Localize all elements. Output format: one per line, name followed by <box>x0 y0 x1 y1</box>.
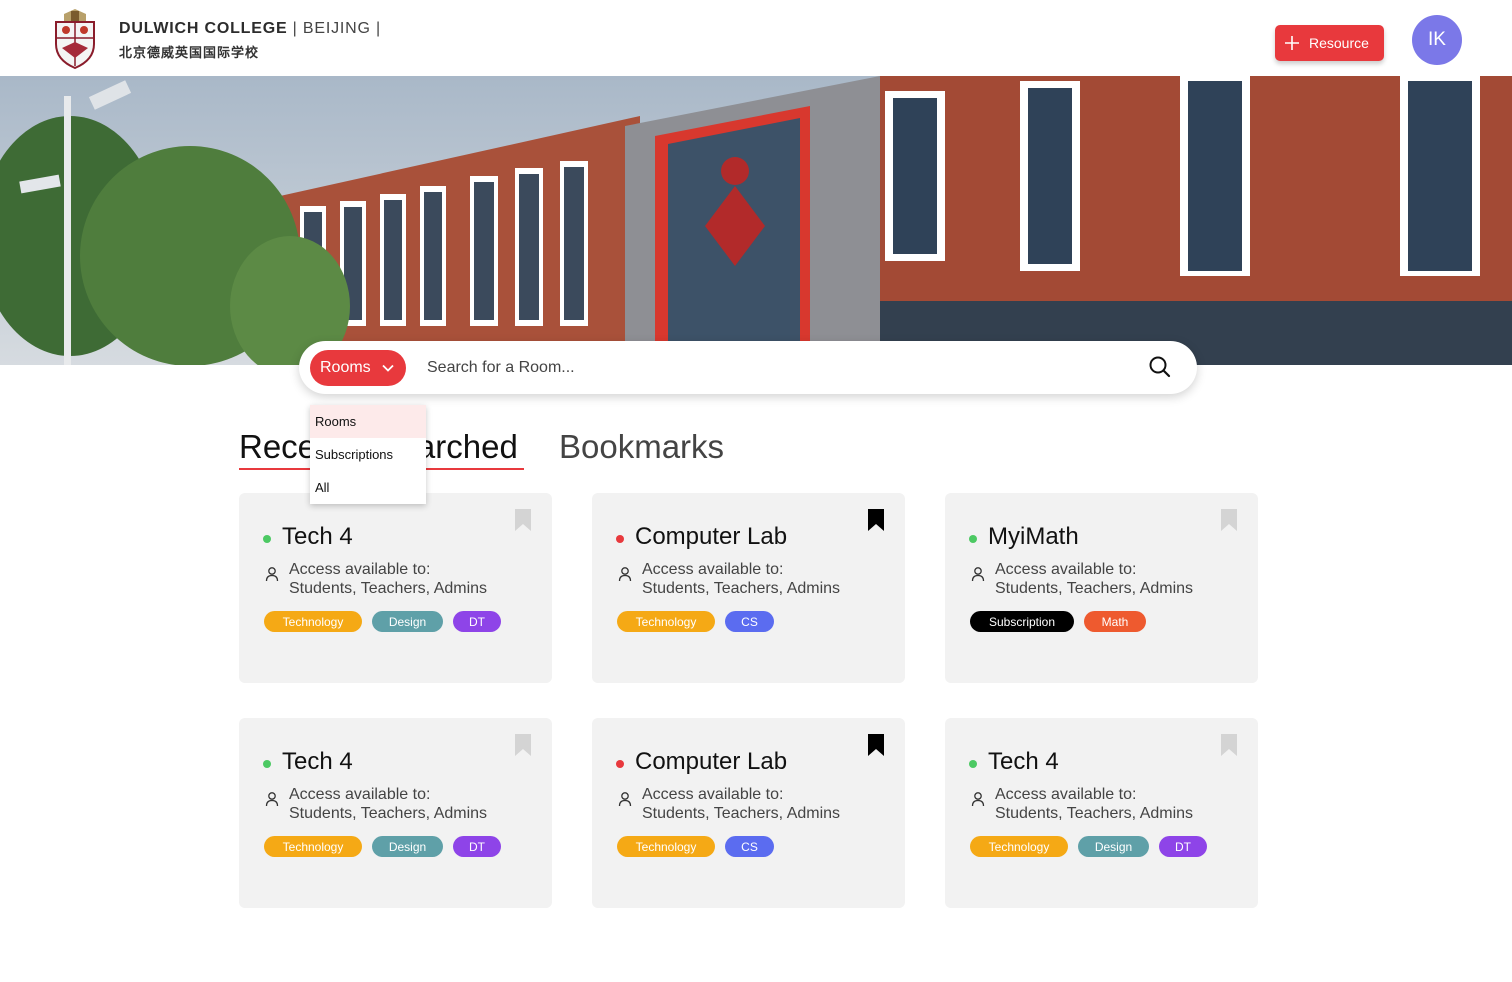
card-title: Computer Lab <box>635 748 788 775</box>
access-label: Access available to: <box>289 786 431 803</box>
tag-badge: Design <box>372 611 443 632</box>
access-roles: Students, Teachers, Admins <box>995 805 1194 822</box>
access-label: Access available to: <box>995 561 1137 578</box>
bookmark-filled-icon[interactable] <box>867 733 885 757</box>
access-roles: Students, Teachers, Admins <box>642 805 841 822</box>
access-label: Access available to: <box>642 561 784 578</box>
resource-card[interactable]: Tech 4 Access available to: Students, Teac… <box>239 493 552 683</box>
search-icon[interactable] <box>1148 355 1172 379</box>
search-bar: Rooms <box>299 341 1197 394</box>
card-title: Tech 4 <box>988 748 1059 775</box>
tag-list: Technology Design DT <box>264 836 501 857</box>
tag-badge: Technology <box>970 836 1068 857</box>
card-title: Computer Lab <box>635 523 788 550</box>
plus-icon <box>1285 36 1299 50</box>
card-title: MyiMath <box>988 523 1079 550</box>
brand-text: DULWICH COLLEGE | BEIJING | 北京德威英国国际学校 <box>119 20 381 61</box>
filter-option-subscriptions[interactable]: Subscriptions <box>310 438 426 471</box>
tag-badge: DT <box>453 836 501 857</box>
card-title: Tech 4 <box>282 523 353 550</box>
resource-card[interactable]: Tech 4 Access available to: Students, Teac… <box>945 718 1258 908</box>
user-icon <box>618 792 632 807</box>
user-icon <box>618 567 632 582</box>
app-header: DULWICH COLLEGE | BEIJING | 北京德威英国国际学校 R… <box>0 0 1512 76</box>
tag-badge: Subscription <box>970 611 1074 632</box>
hero-campus-image <box>0 76 1512 365</box>
access-roles: Students, Teachers, Admins <box>642 580 841 597</box>
search-filter-label: Rooms <box>320 359 371 376</box>
resource-card[interactable]: MyiMath Access available to: Students, Tea… <box>945 493 1258 683</box>
access-label: Access available to: <box>642 786 784 803</box>
user-avatar[interactable]: IK <box>1412 15 1462 65</box>
tag-badge: Design <box>1078 836 1149 857</box>
user-icon <box>971 567 985 582</box>
card-title: Tech 4 <box>282 748 353 775</box>
tag-badge: DT <box>1159 836 1207 857</box>
tag-badge: CS <box>725 836 774 857</box>
search-filter-dropdown[interactable]: Rooms <box>310 350 406 386</box>
search-input[interactable] <box>427 355 1127 381</box>
add-resource-button[interactable]: Resource <box>1275 25 1384 61</box>
tag-badge: Technology <box>617 611 715 632</box>
bookmark-filled-icon[interactable] <box>867 508 885 532</box>
status-indicator-dot <box>263 760 271 768</box>
search-filter-menu: Rooms Subscriptions All <box>310 405 426 504</box>
tag-list: Technology CS <box>617 611 774 632</box>
access-label: Access available to: <box>995 786 1137 803</box>
tag-badge: Design <box>372 836 443 857</box>
filter-option-rooms[interactable]: Rooms <box>310 405 426 438</box>
tag-badge: DT <box>453 611 501 632</box>
tag-badge: CS <box>725 611 774 632</box>
bookmark-icon[interactable] <box>1220 508 1238 532</box>
access-roles: Students, Teachers, Admins <box>289 580 488 597</box>
resource-card[interactable]: Computer Lab Access available to: Students… <box>592 493 905 683</box>
tag-badge: Technology <box>617 836 715 857</box>
bookmark-icon[interactable] <box>514 733 532 757</box>
brand-location: | BEIJING | <box>287 20 381 37</box>
tag-list: Technology CS <box>617 836 774 857</box>
tag-badge: Technology <box>264 611 362 632</box>
college-crest-logo[interactable] <box>52 8 98 70</box>
filter-option-all[interactable]: All <box>310 471 426 504</box>
brand-name: DULWICH COLLEGE <box>119 20 288 37</box>
tag-list: Subscription Math <box>970 611 1146 632</box>
status-indicator-dot <box>616 760 624 768</box>
user-icon <box>265 567 279 582</box>
status-indicator-dot <box>969 760 977 768</box>
status-indicator-dot <box>263 535 271 543</box>
status-indicator-dot <box>616 535 624 543</box>
resource-card[interactable]: Tech 4 Access available to: Students, Teac… <box>239 718 552 908</box>
brand-title: DULWICH COLLEGE | BEIJING | <box>119 20 381 38</box>
access-roles: Students, Teachers, Admins <box>289 805 488 822</box>
access-roles: Students, Teachers, Admins <box>995 580 1194 597</box>
tag-list: Technology Design DT <box>264 611 501 632</box>
bookmark-icon[interactable] <box>1220 733 1238 757</box>
user-icon <box>971 792 985 807</box>
brand-chinese-name: 北京德威英国国际学校 <box>119 45 260 60</box>
avatar-initials: IK <box>1428 29 1446 50</box>
tag-badge: Math <box>1084 611 1146 632</box>
tab-bookmarks[interactable]: Bookmarks <box>559 428 724 466</box>
resource-card[interactable]: Computer Lab Access available to: Students… <box>592 718 905 908</box>
tag-badge: Technology <box>264 836 362 857</box>
chevron-down-icon <box>382 364 394 372</box>
add-resource-label: Resource <box>1309 35 1369 51</box>
tag-list: Technology Design DT <box>970 836 1207 857</box>
access-label: Access available to: <box>289 561 431 578</box>
status-indicator-dot <box>969 535 977 543</box>
user-icon <box>265 792 279 807</box>
campus-building-illustration <box>0 76 1512 365</box>
bookmark-icon[interactable] <box>514 508 532 532</box>
